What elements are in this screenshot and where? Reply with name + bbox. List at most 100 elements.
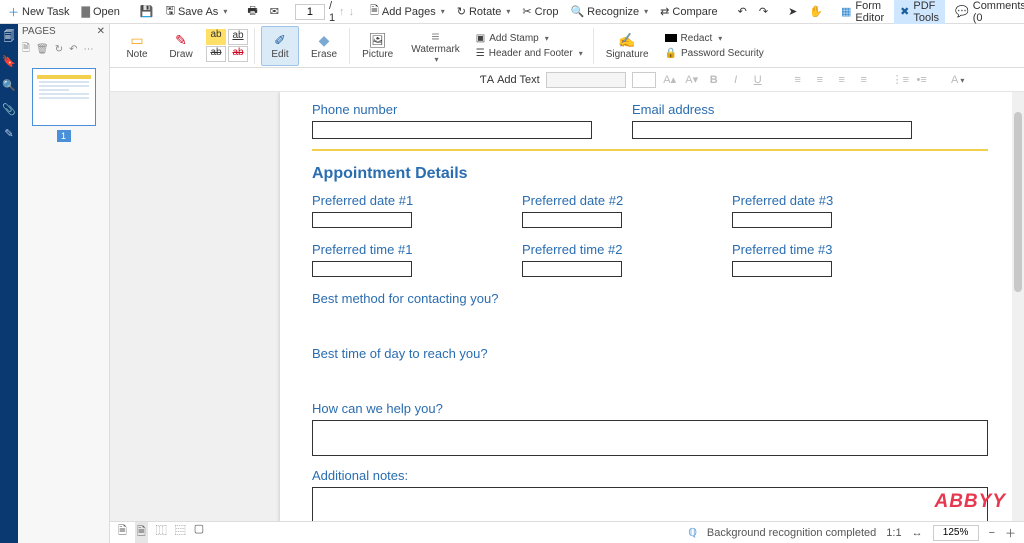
recognize-button[interactable]: 🔍Recognize [566, 3, 652, 20]
email-button[interactable]: ✉ [266, 3, 283, 20]
page-down-icon[interactable]: ↓ [349, 6, 355, 18]
save-button[interactable]: 💾 [136, 3, 158, 20]
vertical-scrollbar[interactable] [1012, 92, 1024, 521]
view-fullscreen-icon[interactable]: ▢ [194, 522, 204, 543]
save-as-icon: 🖫 [166, 2, 175, 21]
crop-button[interactable]: ✂Crop [518, 3, 562, 20]
signatures-rail-icon[interactable]: ✎ [2, 126, 16, 140]
date3-field[interactable] [732, 212, 832, 228]
document-viewport[interactable]: Phone number Email address Appointment D… [110, 92, 1024, 543]
redact-tool[interactable]: Redact [661, 32, 768, 45]
align-justify-icon[interactable]: ≡ [856, 74, 872, 86]
note-tool[interactable]: ▭Note [118, 26, 156, 66]
rotate-button[interactable]: ↻Rotate [453, 3, 515, 20]
scale-label[interactable]: 1:1 [886, 527, 901, 539]
time2-field[interactable] [522, 261, 622, 277]
search-rail-icon[interactable]: 🔍 [2, 78, 16, 92]
time3-field[interactable] [732, 261, 832, 277]
align-left-icon[interactable]: ≡ [790, 74, 806, 86]
new-task-button[interactable]: ＋New Task [4, 2, 73, 22]
date1-field[interactable] [312, 212, 412, 228]
print-button[interactable]: 🖶 [243, 0, 261, 23]
help-field[interactable] [312, 420, 988, 456]
page-thumbnail[interactable] [32, 68, 96, 126]
font-size-select[interactable] [632, 72, 656, 88]
comments-button[interactable]: 💬Comments (0 [949, 0, 1024, 26]
font-family-select[interactable] [546, 72, 626, 88]
underline-icon[interactable]: U [750, 74, 766, 86]
form-editor-button[interactable]: ▦Form Editor [835, 0, 890, 26]
view-two-continuous-icon[interactable]: ⿳ [175, 522, 186, 543]
bookmarks-rail-icon[interactable]: 🔖 [2, 54, 16, 68]
format-bar: ƬAAdd Text A▴ A▾ B I U ≡ ≡ ≡ ≡ ⋮≡ •≡ A [110, 68, 1024, 92]
save-as-button[interactable]: 🖫Save As [162, 0, 232, 23]
add-page-tool-icon[interactable]: 🗎 [22, 41, 30, 58]
attachments-rail-icon[interactable]: 📎 [2, 102, 16, 116]
folder-icon: ▇ [81, 5, 89, 18]
mail-icon: ✉ [270, 5, 279, 18]
password-security-tool[interactable]: 🔒Password Security [661, 47, 768, 60]
pdf-tools-ribbon: ▭Note ✎Draw ab ab ab ab ✐Edit ◆Erase 🖼Pi… [110, 24, 1024, 68]
view-continuous-icon[interactable]: 🗎 [135, 522, 148, 543]
top-toolbar: ＋New Task ▇Open 💾 🖫Save As 🖶 ✉ / 1 ↑ ↓ 🗎… [0, 0, 1024, 24]
zoom-input[interactable] [933, 525, 979, 541]
phone-field[interactable] [312, 121, 592, 139]
delete-page-tool-icon[interactable]: 🗑 [36, 44, 49, 55]
underline-tool[interactable]: ab [228, 29, 248, 45]
rotate-page-tool-icon[interactable]: ↻ [55, 44, 63, 55]
font-increase-icon[interactable]: A▴ [662, 73, 678, 86]
page-up-icon[interactable]: ↑ [339, 6, 345, 18]
more-tool-icon[interactable]: ⋯ [84, 44, 94, 55]
draw-tool[interactable]: ✎Draw [162, 26, 200, 66]
view-two-page-icon[interactable]: ⿲ [156, 522, 167, 543]
redo-button[interactable]: ↷ [755, 3, 772, 20]
plus-icon: ＋ [8, 4, 19, 20]
page-number-input[interactable] [295, 4, 325, 20]
header-footer-tool[interactable]: ☰Header and Footer [472, 47, 587, 60]
save-icon: 💾 [140, 5, 154, 18]
edit-tool[interactable]: ✐Edit [261, 26, 299, 66]
signature-tool[interactable]: ✍Signature [600, 26, 655, 66]
add-stamp-tool[interactable]: ▣Add Stamp [472, 32, 587, 45]
open-button[interactable]: ▇Open [77, 3, 123, 20]
bold-icon[interactable]: B [706, 74, 722, 86]
page-total-label: / 1 [329, 0, 335, 24]
time3-label: Preferred time #3 [732, 242, 882, 257]
zoom-in-icon[interactable]: ＋ [1005, 525, 1016, 541]
email-field[interactable] [632, 121, 912, 139]
list-numbered-icon[interactable]: ⋮≡ [892, 73, 908, 86]
add-pages-button[interactable]: 🗎Add Pages [366, 0, 449, 23]
zoom-out-icon[interactable]: − [989, 527, 995, 539]
undo-button[interactable]: ↶ [734, 3, 751, 20]
italic-icon[interactable]: I [728, 74, 744, 86]
pages-panel-tools: 🗎 🗑 ↻ ↶ ⋯ [18, 39, 109, 60]
strike-red-tool[interactable]: ab [228, 46, 248, 62]
view-single-icon[interactable]: 🗎 [118, 522, 127, 543]
pdf-tools-button[interactable]: ✖PDF Tools [894, 0, 945, 26]
pointer-button[interactable]: ➤ [784, 3, 801, 20]
fit-width-icon[interactable]: ↔ [912, 527, 923, 539]
hand-button[interactable]: ✋ [805, 3, 827, 20]
font-color-icon[interactable]: A [950, 74, 966, 86]
notes-field[interactable] [312, 487, 988, 523]
date2-field[interactable] [522, 212, 622, 228]
align-center-icon[interactable]: ≡ [812, 74, 828, 86]
strike-tool[interactable]: ab [206, 46, 226, 62]
erase-tool[interactable]: ◆Erase [305, 26, 343, 66]
picture-tool[interactable]: 🖼Picture [356, 26, 399, 66]
scrollbar-thumb[interactable] [1014, 112, 1022, 292]
thumbnail-page-number: 1 [57, 130, 71, 142]
watermark-tool[interactable]: ≡Watermark [405, 26, 466, 66]
wrench-icon: ✖ [900, 5, 909, 18]
list-bullet-icon[interactable]: •≡ [914, 74, 930, 86]
pages-rail-icon[interactable]: 🗐 [2, 30, 16, 44]
font-decrease-icon[interactable]: A▾ [684, 73, 700, 86]
highlight-tool[interactable]: ab [206, 29, 226, 45]
align-right-icon[interactable]: ≡ [834, 74, 850, 86]
compare-button[interactable]: ⇄Compare [656, 3, 721, 20]
time1-field[interactable] [312, 261, 412, 277]
close-icon[interactable]: ✕ [97, 26, 105, 37]
undo-tool-icon[interactable]: ↶ [69, 44, 77, 55]
add-text-button[interactable]: ƬAAdd Text [480, 74, 540, 86]
date1-label: Preferred date #1 [312, 193, 462, 208]
